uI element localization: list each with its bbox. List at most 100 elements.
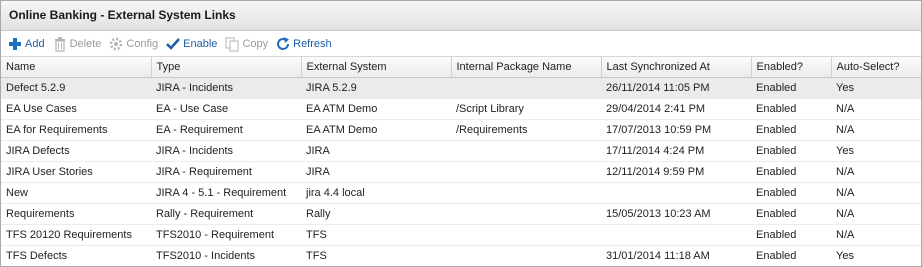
auto-select-cell: Yes <box>831 77 921 99</box>
name-cell: EA Use Cases <box>1 98 151 120</box>
enabled-cell: Enabled <box>751 98 831 120</box>
config-button[interactable]: Config <box>108 36 158 52</box>
name-cell: Defect 5.2.9 <box>1 77 151 99</box>
column-header-last-synchronized-at[interactable]: Last Synchronized At <box>601 57 752 78</box>
name-cell: New <box>1 182 151 204</box>
type-cell: TFS2010 - Requirement <box>151 224 301 246</box>
auto-select-cell: N/A <box>831 119 921 141</box>
internal-package-cell <box>451 161 601 183</box>
table-row[interactable]: EA for Requirements EA - Requirement EA AT… <box>1 119 921 141</box>
auto-select-cell: N/A <box>831 224 921 246</box>
name-cell: TFS Defects <box>1 245 151 266</box>
table-body: Defect 5.2.9 JIRA - Incidents JIRA 5.2.9 26… <box>1 77 921 266</box>
internal-package-cell: /Script Library <box>451 98 601 120</box>
add-label: Add <box>25 37 45 50</box>
panel-title: Online Banking - External System Links <box>1 1 921 31</box>
last-synchronized-cell: 26/11/2014 11:05 PM <box>601 77 751 99</box>
internal-package-cell <box>451 245 601 266</box>
internal-package-cell <box>451 77 601 99</box>
toolbar: Add Delete Config Enable Copy Refresh <box>1 31 921 57</box>
enabled-cell: Enabled <box>751 203 831 225</box>
external-system-cell: JIRA 5.2.9 <box>301 77 451 99</box>
last-synchronized-cell: 17/07/2013 10:59 PM <box>601 119 751 141</box>
auto-select-cell: Yes <box>831 140 921 162</box>
external-system-cell: JIRA <box>301 140 451 162</box>
delete-button[interactable]: Delete <box>52 36 102 52</box>
last-synchronized-cell: 29/04/2014 2:41 PM <box>601 98 751 120</box>
auto-select-cell: N/A <box>831 161 921 183</box>
internal-package-cell <box>451 224 601 246</box>
external-system-cell: JIRA <box>301 161 451 183</box>
external-system-cell: EA ATM Demo <box>301 119 451 141</box>
internal-package-cell <box>451 140 601 162</box>
type-cell: JIRA 4 - 5.1 - Requirement <box>151 182 301 204</box>
refresh-label: Refresh <box>293 37 332 50</box>
auto-select-cell: N/A <box>831 182 921 204</box>
type-cell: TFS2010 - Incidents <box>151 245 301 266</box>
enabled-cell: Enabled <box>751 182 831 204</box>
name-cell: JIRA User Stories <box>1 161 151 183</box>
column-header-type[interactable]: Type <box>151 57 302 78</box>
enabled-cell: Enabled <box>751 140 831 162</box>
external-system-cell: EA ATM Demo <box>301 98 451 120</box>
auto-select-cell: N/A <box>831 98 921 120</box>
last-synchronized-cell: 12/11/2014 9:59 PM <box>601 161 751 183</box>
table-row[interactable]: JIRA Defects JIRA - Incidents JIRA 17/11/20… <box>1 140 921 162</box>
internal-package-cell <box>451 203 601 225</box>
type-cell: EA - Use Case <box>151 98 301 120</box>
table-row[interactable]: TFS 20120 Requirements TFS2010 - Requirem… <box>1 224 921 246</box>
table-row[interactable]: New JIRA 4 - 5.1 - Requirement jira 4.4 lo… <box>1 182 921 204</box>
column-header-internal-package-name[interactable]: Internal Package Name <box>451 57 602 78</box>
table-row[interactable]: TFS Defects TFS2010 - Incidents TFS 31/01/2… <box>1 245 921 266</box>
column-header-name[interactable]: Name <box>1 57 152 78</box>
column-header-auto-select[interactable]: Auto-Select? <box>831 57 921 78</box>
external-system-cell: Rally <box>301 203 451 225</box>
enable-button[interactable]: Enable <box>165 36 217 52</box>
type-cell: EA - Requirement <box>151 119 301 141</box>
external-system-cell: jira 4.4 local <box>301 182 451 204</box>
type-cell: JIRA - Requirement <box>151 161 301 183</box>
delete-label: Delete <box>69 37 102 50</box>
internal-package-cell: /Requirements <box>451 119 601 141</box>
column-header-enabled[interactable]: Enabled? <box>751 57 832 78</box>
gear-icon <box>110 37 123 50</box>
table-row[interactable]: JIRA User Stories JIRA - Requirement JIRA 1… <box>1 161 921 183</box>
external-system-links-panel: Online Banking - External System Links A… <box>0 0 922 267</box>
copy-button[interactable]: Copy <box>224 36 268 52</box>
refresh-icon <box>277 36 290 50</box>
enabled-cell: Enabled <box>751 245 831 266</box>
name-cell: Requirements <box>1 203 151 225</box>
column-header-external-system[interactable]: External System <box>301 57 452 78</box>
name-cell: JIRA Defects <box>1 140 151 162</box>
plus-icon <box>9 37 21 50</box>
external-system-cell: TFS <box>301 245 451 266</box>
last-synchronized-cell: 17/11/2014 4:24 PM <box>601 140 751 162</box>
name-cell: TFS 20120 Requirements <box>1 224 151 246</box>
table-row[interactable]: Requirements Rally - Requirement Rally 15/0… <box>1 203 921 225</box>
type-cell: Rally - Requirement <box>151 203 301 225</box>
links-table: Name Type External System Internal Packa… <box>1 57 921 266</box>
copy-icon <box>225 37 239 51</box>
last-synchronized-cell <box>601 182 751 204</box>
last-synchronized-cell: 31/01/2014 11:18 AM <box>601 245 751 266</box>
enabled-cell: Enabled <box>751 119 831 141</box>
type-cell: JIRA - Incidents <box>151 140 301 162</box>
auto-select-cell: Yes <box>831 245 921 266</box>
type-cell: JIRA - Incidents <box>151 77 301 99</box>
config-label: Config <box>126 37 159 50</box>
refresh-button[interactable]: Refresh <box>275 36 332 52</box>
enabled-cell: Enabled <box>751 161 831 183</box>
enabled-cell: Enabled <box>751 77 831 99</box>
table-row[interactable]: Defect 5.2.9 JIRA - Incidents JIRA 5.2.9 26… <box>1 77 921 99</box>
external-system-cell: TFS <box>301 224 451 246</box>
last-synchronized-cell: 15/05/2013 10:23 AM <box>601 203 751 225</box>
auto-select-cell: N/A <box>831 203 921 225</box>
name-cell: EA for Requirements <box>1 119 151 141</box>
last-synchronized-cell <box>601 224 751 246</box>
internal-package-cell <box>451 182 601 204</box>
add-button[interactable]: Add <box>7 36 45 52</box>
header-row: Name Type External System Internal Packa… <box>1 57 921 78</box>
trash-icon <box>54 36 65 52</box>
table-row[interactable]: EA Use Cases EA - Use Case EA ATM Demo/Scr… <box>1 98 921 120</box>
checkmark-icon <box>166 37 181 50</box>
